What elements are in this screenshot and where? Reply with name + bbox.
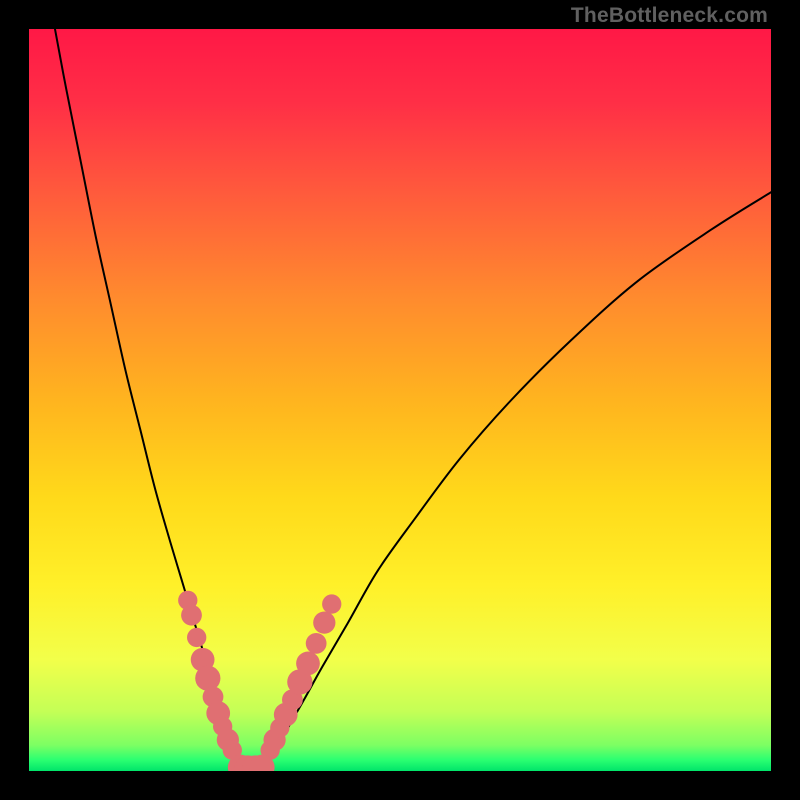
curve-left	[55, 29, 243, 770]
curve-group	[55, 29, 771, 771]
curve-overlay	[29, 29, 771, 771]
watermark-text: TheBottleneck.com	[571, 4, 768, 28]
marker-dot-left	[181, 605, 202, 626]
marker-group	[178, 591, 341, 771]
marker-dot-left	[187, 628, 206, 647]
plot-area	[29, 29, 771, 771]
chart-stage: TheBottleneck.com	[0, 0, 800, 800]
marker-dot-right	[296, 652, 320, 676]
marker-dot-right	[313, 611, 335, 633]
curve-right	[261, 192, 771, 770]
marker-dot-right	[306, 633, 327, 654]
marker-dot-right	[322, 594, 341, 613]
